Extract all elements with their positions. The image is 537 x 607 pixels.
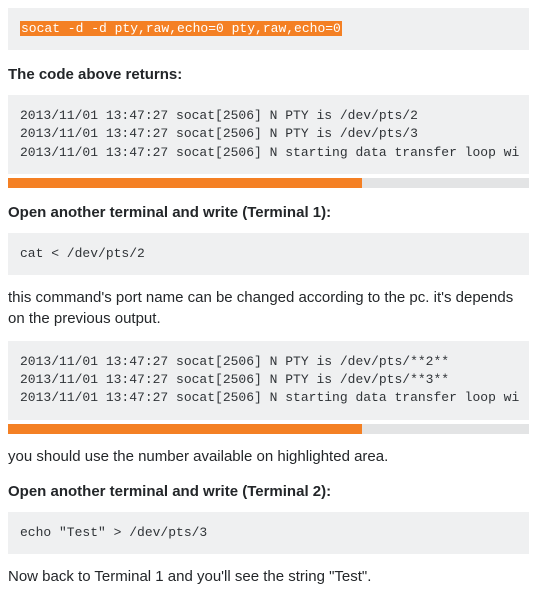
heading-returns: The code above returns: (8, 64, 529, 85)
code-block-5: echo "Test" > /dev/pts/3 (8, 512, 529, 554)
paragraph-result: Now back to Terminal 1 and you'll see th… (8, 566, 529, 587)
code-block-3: cat < /dev/pts/2 (8, 233, 529, 275)
code-line: 2013/11/01 13:47:27 socat[2506] N PTY is… (20, 354, 449, 369)
code-line: 2013/11/01 13:47:27 socat[2506] N PTY is… (20, 126, 418, 141)
code-line: 2013/11/01 13:47:27 socat[2506] N starti… (20, 145, 519, 160)
paragraph-portname: this command's port name can be changed … (8, 287, 529, 329)
code-block-4: 2013/11/01 13:47:27 socat[2506] N PTY is… (8, 341, 529, 420)
horizontal-scrollbar[interactable] (8, 178, 529, 188)
heading-terminal1: Open another terminal and write (Termina… (8, 202, 529, 223)
code-block-1: socat -d -d pty,raw,echo=0 pty,raw,echo=… (8, 8, 529, 50)
code-line: 2013/11/01 13:47:27 socat[2506] N PTY is… (20, 108, 418, 123)
scrollbar-thumb[interactable] (8, 178, 362, 188)
scrollbar-thumb[interactable] (8, 424, 362, 434)
code-line: 2013/11/01 13:47:27 socat[2506] N PTY is… (20, 372, 449, 387)
code-line: echo "Test" > /dev/pts/3 (20, 525, 207, 540)
paragraph-highlighted: you should use the number available on h… (8, 446, 529, 467)
heading-terminal2: Open another terminal and write (Termina… (8, 481, 529, 502)
highlighted-code: socat -d -d pty,raw,echo=0 pty,raw,echo=… (20, 21, 342, 36)
code-line: 2013/11/01 13:47:27 socat[2506] N starti… (20, 390, 519, 405)
code-block-2: 2013/11/01 13:47:27 socat[2506] N PTY is… (8, 95, 529, 174)
horizontal-scrollbar[interactable] (8, 424, 529, 434)
code-line: cat < /dev/pts/2 (20, 246, 145, 261)
